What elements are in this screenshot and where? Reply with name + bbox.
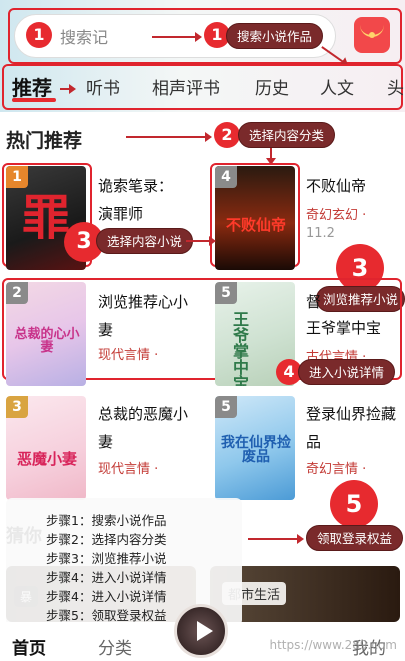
- step-line: 步骤4：进入小说详情: [46, 589, 167, 604]
- book-cover-4[interactable]: 4 不败仙帝: [215, 166, 295, 270]
- step-line: 步骤4：进入小说详情: [46, 570, 167, 585]
- step-line: 步骤3：浏览推荐小说: [46, 551, 167, 566]
- book-title-1[interactable]: 诡索笔录：演罪师: [98, 172, 178, 228]
- cover-title: 恶魔小妻: [16, 450, 77, 468]
- arrow-icon: [267, 148, 275, 165]
- step-badge-2: 2: [214, 122, 240, 148]
- rank-badge: 3: [6, 396, 28, 418]
- annotation-category-label: 选择内容分类: [238, 122, 336, 148]
- tab-more[interactable]: 头: [387, 74, 404, 99]
- arrow-icon: [126, 133, 212, 141]
- annotation-login-label: 领取登录权益: [306, 525, 404, 551]
- cover-title: 王爷掌中宝: [232, 310, 249, 387]
- arrow-icon: [186, 237, 216, 245]
- cover-title: 我在仙界捡废品: [221, 435, 291, 465]
- book-title-3[interactable]: 总裁的恶魔小妻: [98, 400, 198, 456]
- book-title-5[interactable]: 王爷掌中宝: [306, 314, 405, 342]
- tab-humanities[interactable]: 人文: [320, 74, 354, 99]
- book-title-prefix-5: 督: [306, 293, 322, 311]
- audio-player-button[interactable]: [174, 604, 228, 658]
- rank-badge: 2: [6, 282, 28, 304]
- step-line: 步骤2：选择内容分类: [46, 532, 167, 547]
- book-cover-2[interactable]: 2 总裁的心小妻: [6, 282, 86, 386]
- cover-title: 不败仙帝: [225, 216, 286, 234]
- book-title-6[interactable]: 登录仙界捡藏品: [306, 400, 405, 456]
- arrow-icon: [152, 33, 202, 41]
- step-line: 步骤1：搜索小说作品: [46, 513, 167, 528]
- book-genre-6: 奇幻言情 ·: [306, 462, 367, 477]
- tab-audiobook[interactable]: 听书: [86, 74, 120, 99]
- rank-badge: 4: [215, 166, 237, 188]
- book-meta-4: 11.2: [306, 226, 335, 241]
- cover-title: 总裁的心小妻: [14, 327, 80, 355]
- annotation-search-label: 搜索小说作品: [226, 23, 324, 49]
- tab-active-indicator: [12, 98, 56, 102]
- book-genre-4: 奇幻玄幻 ·: [306, 208, 367, 223]
- annotation-select-novel-label: 选择内容小说: [96, 228, 194, 254]
- step-badge-5: 5: [330, 480, 378, 528]
- book-title-2[interactable]: 浏览推荐心小妻: [98, 288, 198, 344]
- arrow-icon: [248, 535, 304, 543]
- book-title-4[interactable]: 不败仙帝: [306, 172, 405, 200]
- rank-badge: 1: [6, 166, 28, 188]
- watermark: https://www.289.com: [269, 638, 397, 652]
- nav-home[interactable]: 首页: [12, 634, 46, 659]
- step-badge-1: 1: [26, 22, 52, 48]
- section-title: 热门推荐: [6, 130, 83, 152]
- rank-badge: 5: [215, 282, 237, 304]
- rank-badge: 5: [215, 396, 237, 418]
- book-genre-2: 现代言情 ·: [98, 348, 159, 363]
- tab-recommend[interactable]: 推荐: [12, 72, 52, 101]
- tab-history[interactable]: 历史: [255, 74, 289, 99]
- arrow-icon: [60, 85, 76, 93]
- book-genre-3: 现代言情 ·: [98, 462, 159, 477]
- annotation-detail-label: 进入小说详情: [298, 359, 396, 385]
- book-cover-3[interactable]: 3 恶魔小妻: [6, 396, 86, 500]
- nav-category[interactable]: 分类: [98, 634, 132, 659]
- tab-crosstalk[interactable]: 相声评书: [152, 74, 220, 99]
- book-cover-6[interactable]: 5 我在仙界捡废品: [215, 396, 295, 500]
